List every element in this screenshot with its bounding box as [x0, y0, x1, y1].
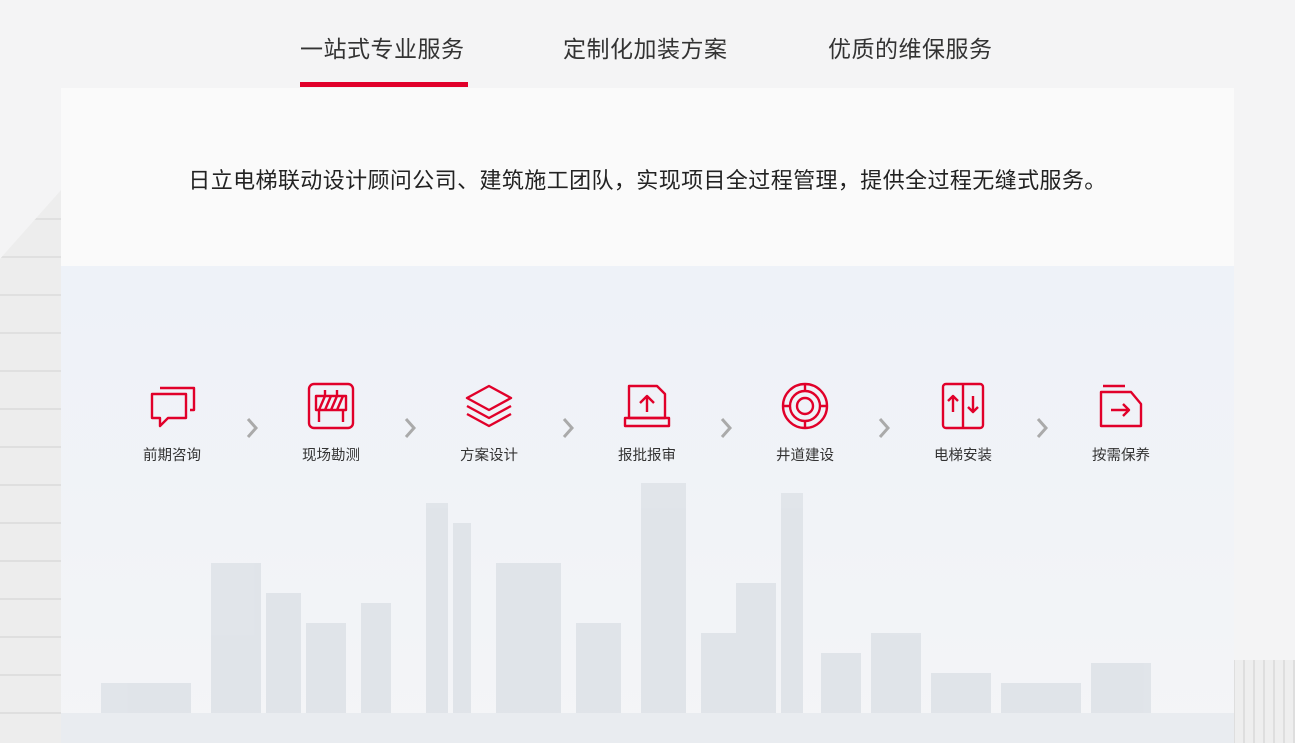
- survey-board-icon: [307, 382, 355, 430]
- step-label: 现场勘测: [302, 448, 360, 464]
- tab-one-stop-service[interactable]: 一站式专业服务: [300, 30, 465, 64]
- step-label: 报批报审: [618, 448, 676, 464]
- step-label: 井道建设: [776, 448, 834, 464]
- active-tab-indicator: [300, 82, 468, 87]
- step-approval[interactable]: 报批报审: [597, 380, 697, 465]
- step-shaft-construction[interactable]: 井道建设: [755, 380, 855, 465]
- step-label: 按需保养: [1092, 448, 1150, 464]
- chevron-right-icon: [562, 418, 575, 438]
- step-elevator-installation[interactable]: 电梯安装: [913, 380, 1013, 465]
- chevron-right-icon: [404, 418, 417, 438]
- elevator-doors-icon: [941, 382, 985, 430]
- step-label: 方案设计: [460, 448, 518, 464]
- chevron-right-icon: [1036, 418, 1049, 438]
- step-label: 前期咨询: [143, 448, 201, 464]
- background-building-right: [1233, 660, 1295, 743]
- step-consultation[interactable]: 前期咨询: [122, 380, 222, 465]
- chevron-right-icon: [878, 418, 891, 438]
- chevron-right-icon: [720, 418, 733, 438]
- city-skyline-image: [61, 483, 1234, 743]
- skyline-panel: [61, 266, 1234, 743]
- upload-folder-icon: [623, 384, 671, 428]
- step-site-survey[interactable]: 现场勘测: [281, 380, 381, 465]
- tab-maintenance-service[interactable]: 优质的维保服务: [828, 30, 993, 64]
- tab-bar: 一站式专业服务 定制化加装方案 优质的维保服务: [0, 0, 1295, 88]
- step-plan-design[interactable]: 方案设计: [439, 380, 539, 465]
- step-maintenance[interactable]: 按需保养: [1071, 380, 1171, 465]
- intro-text: 日立电梯联动设计顾问公司、建筑施工团队，实现项目全过程管理，提供全过程无缝式服务…: [188, 169, 1107, 194]
- arrow-folder-icon: [1099, 384, 1143, 428]
- service-steps: 前期咨询 现场勘测 方案设计 报批报审 井道建设 电梯安装 按需保养: [0, 380, 1295, 480]
- step-label: 电梯安装: [934, 448, 992, 464]
- chevron-right-icon: [246, 418, 259, 438]
- target-shaft-icon: [781, 382, 829, 430]
- tab-custom-installation[interactable]: 定制化加装方案: [563, 30, 728, 64]
- layers-icon: [465, 384, 513, 428]
- chat-bubble-icon: [150, 386, 196, 428]
